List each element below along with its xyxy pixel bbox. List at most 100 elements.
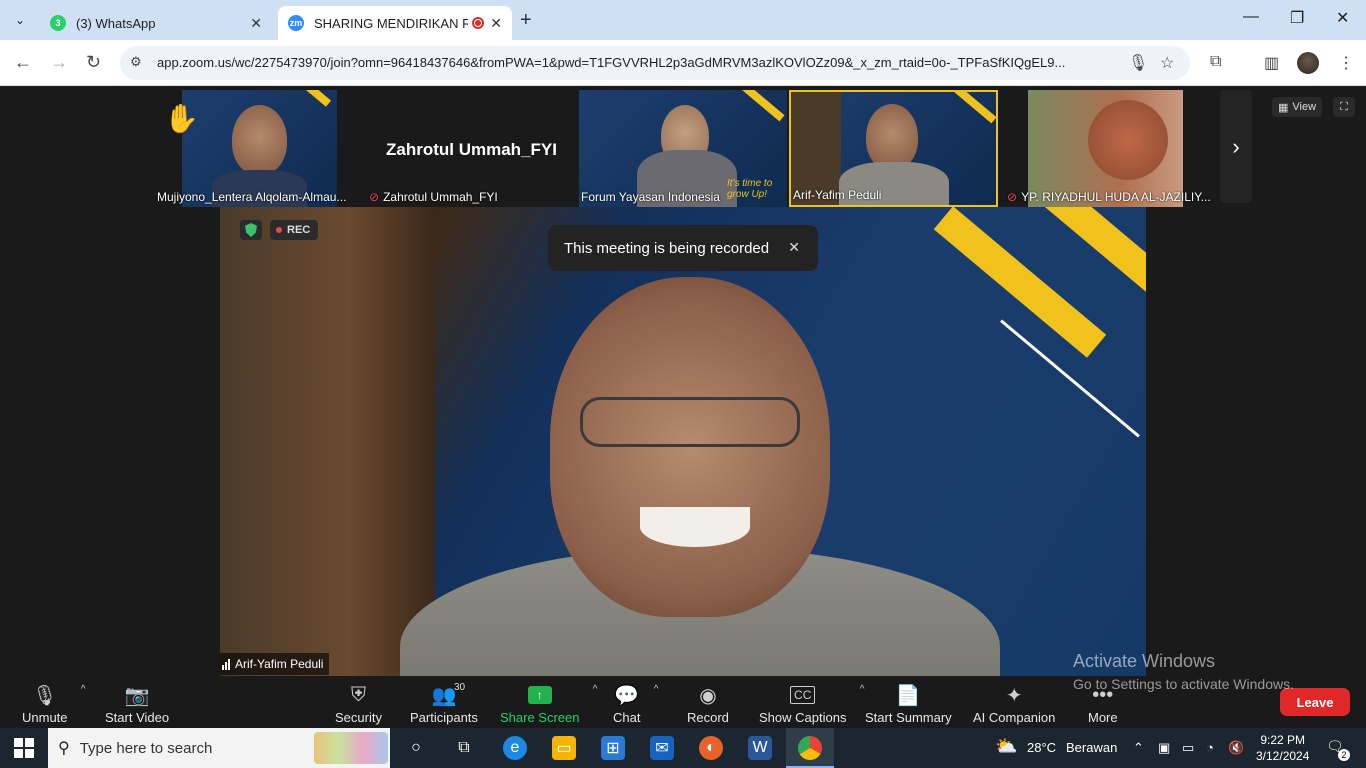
windows-start-icon[interactable] [14,738,34,758]
show-captions-button[interactable]: CC Show Captions ^ [759,680,864,725]
participant-name-overlay: ⊘ YP. RIYADHUL HUDA AL-JAZILIY... [1005,90,1215,207]
start-video-label: Start Video [105,710,170,725]
chevron-up-icon[interactable]: ⌃ [1133,740,1144,756]
chat-button[interactable]: 💬 Chat ^ [613,680,658,725]
chat-label: Chat [613,710,641,725]
participants-button[interactable]: 👥 30 Participants [410,680,478,725]
taskbar-search[interactable]: ⚲ Type here to search [48,728,390,768]
watermark-subtitle: Go to Settings to activate Windows. [1073,676,1294,692]
close-icon[interactable]: ✕ [250,15,262,32]
side-panel-icon[interactable]: ▥ [1264,53,1279,73]
store-icon[interactable]: ⊞ [601,736,625,760]
weather-cloud-icon[interactable]: ⛅ [995,736,1017,757]
notification-icon[interactable]: 🗨 2 [1326,738,1350,761]
cortana-icon[interactable]: ○ [404,736,428,760]
grid-icon: ▦ [1278,101,1289,114]
record-button[interactable]: ◉ Record [687,680,729,726]
share-screen-button[interactable]: ↑ Share Screen ^ [500,680,598,725]
raised-hand-icon: ✋ [164,103,199,134]
wifi-icon[interactable]: ◔ [1206,740,1214,755]
forward-icon[interactable]: → [50,52,68,73]
chrome-icon[interactable] [798,736,822,760]
file-explorer-icon[interactable]: ▭ [552,736,576,760]
record-icon: ◉ [699,684,717,707]
zoom-meeting: Mujiyono_Lentera Alqolam-Almau... ✋ Zahr… [0,87,1366,676]
url-text[interactable]: app.zoom.us/wc/2275473970/join?omn=96418… [157,55,1117,70]
caret-up-icon[interactable]: ^ [81,684,86,695]
participant-name: Mujiyono_Lentera Alqolam-Almau... [157,190,347,204]
menu-icon[interactable]: ⋮ [1338,53,1354,73]
back-icon[interactable]: ← [14,52,32,73]
activate-windows-watermark: Activate Windows Go to Settings to activ… [1073,651,1294,692]
close-icon[interactable]: ✕ [490,15,502,32]
extensions-icon[interactable]: ⧉ [1210,53,1221,71]
battery-icon[interactable]: ▭ [1182,740,1194,756]
profile-avatar[interactable] [1297,52,1319,74]
browser-tab-strip: ⌄ 3 (3) WhatsApp ✕ zm SHARING MENDIRIKAN… [0,0,1366,40]
microphone-icon[interactable]: 🎙 [1128,53,1148,73]
active-speaker-label: Arif-Yafim Peduli [220,653,330,675]
address-bar[interactable]: ⚙ app.zoom.us/wc/2275473970/join?omn=964… [120,46,1190,80]
word-icon[interactable]: W [748,736,772,760]
video-off-icon: 📷 [124,684,150,707]
reload-icon[interactable]: ↻ [86,52,101,73]
participant-tile[interactable]: It's time to grow Up! Forum Yayasan Indo… [579,90,787,207]
bookmark-star-icon[interactable]: ☆ [1160,53,1174,73]
meet-now-icon[interactable]: ▣ [1158,740,1170,756]
next-page-arrow-icon[interactable]: › [1220,90,1252,203]
unmute-button[interactable]: 🎙 Unmute ^ [22,680,86,725]
watermark-title: Activate Windows [1073,651,1216,671]
participant-name: Forum Yayasan Indonesia [581,190,720,204]
weather-temperature[interactable]: 28°C [1027,740,1056,755]
ai-companion-label: AI Companion [973,710,1056,725]
caret-up-icon[interactable]: ^ [654,684,659,695]
caret-up-icon[interactable]: ^ [860,684,865,695]
start-summary-label: Start Summary [865,710,952,725]
notification-count: 2 [1338,749,1350,761]
tab-whatsapp[interactable]: 3 (3) WhatsApp ✕ [40,6,272,40]
start-video-button[interactable]: 📷 Start Video [105,680,170,726]
start-summary-button[interactable]: 📄 Start Summary [865,680,952,726]
task-view-icon[interactable]: ⧉ [452,736,476,760]
restore-icon[interactable]: ❐ [1290,8,1304,28]
taskbar-clock[interactable]: 9:22 PM 3/12/2024 [1256,732,1309,764]
rec-label: REC [287,224,311,236]
window-close-icon[interactable]: ✕ [1336,8,1349,28]
new-tab-icon[interactable]: + [520,9,532,32]
weather-description[interactable]: Berawan [1066,740,1117,755]
firefox-icon[interactable]: ◐ [699,736,723,760]
people-icon: 👥 [431,684,457,707]
caret-up-icon[interactable]: ^ [593,684,598,695]
tab-zoom-meeting[interactable]: zm SHARING MENDIRIKAN RUMAH ✕ [278,6,512,40]
shield-icon: ⛨ [350,683,366,706]
close-icon[interactable]: ✕ [788,239,800,256]
participant-tile-active[interactable]: Arif-Yafim Peduli [789,90,998,207]
fullscreen-icon[interactable]: ⛶ [1333,97,1355,117]
leave-button[interactable]: Leave [1280,688,1350,716]
zoom-icon: zm [288,15,304,31]
ai-companion-button[interactable]: ✦ AI Companion [973,680,1056,726]
recording-icon [472,17,485,29]
tab-search-button[interactable]: ⌄ [8,8,32,32]
recording-toast: This meeting is being recorded ✕ [548,225,818,271]
unmute-label: Unmute [22,710,68,725]
volume-muted-icon[interactable]: 🔇 [1228,740,1244,756]
participant-name: YP. RIYADHUL HUDA AL-JAZILIY... [1021,190,1211,204]
shield-icon [245,223,257,237]
view-button[interactable]: ▦ View [1272,97,1323,117]
participant-tile[interactable]: Zahrotul Ummah_FYI ⊘ Zahrotul Ummah_FYI [367,90,572,207]
whatsapp-icon: 3 [50,15,66,31]
browser-toolbar: ← → ↻ ⚙ app.zoom.us/wc/2275473970/join?o… [0,40,1366,86]
participant-name: Zahrotul Ummah_FYI [383,190,498,204]
minimize-icon[interactable]: — [1243,8,1259,26]
signal-bars-icon [222,658,230,670]
background-slogan: It's time to grow Up! [727,178,773,200]
windows-taskbar: ⚲ Type here to search ○ ⧉ e ▭ ⊞ ✉ ◐ W ⛅ … [0,728,1366,768]
mail-icon[interactable]: ✉ [650,736,674,760]
search-placeholder: Type here to search [79,739,213,757]
background-shelf [220,207,435,676]
site-info-icon[interactable]: ⚙ [130,54,142,70]
security-button[interactable]: ⛨ Security [335,680,382,726]
security-badge[interactable] [240,220,262,240]
edge-icon[interactable]: e [503,736,527,760]
